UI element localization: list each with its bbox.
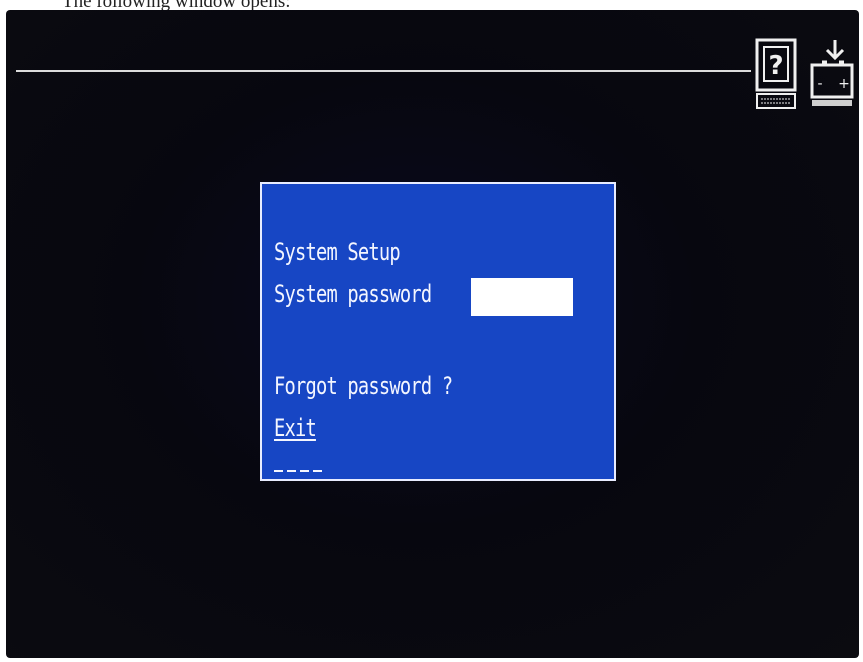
exit-selection-marker xyxy=(274,470,322,472)
system-password-field[interactable] xyxy=(471,278,573,316)
dialog-title: System Setup xyxy=(274,238,401,266)
bios-screen: ? - + System Setup System password Forgo… xyxy=(6,10,859,658)
battery-icon[interactable]: - + xyxy=(809,38,855,108)
exit-option[interactable]: Exit xyxy=(274,416,317,440)
battery-plus: + xyxy=(838,76,850,92)
help-computer-icon[interactable]: ? xyxy=(755,38,797,112)
battery-minus: - xyxy=(817,76,822,92)
help-glyph: ? xyxy=(768,51,783,81)
forgot-password-link[interactable]: Forgot password ? xyxy=(274,374,453,398)
system-password-label: System password xyxy=(274,280,432,308)
system-setup-dialog: System Setup System password Forgot pass… xyxy=(260,182,616,481)
header-divider xyxy=(16,70,751,72)
